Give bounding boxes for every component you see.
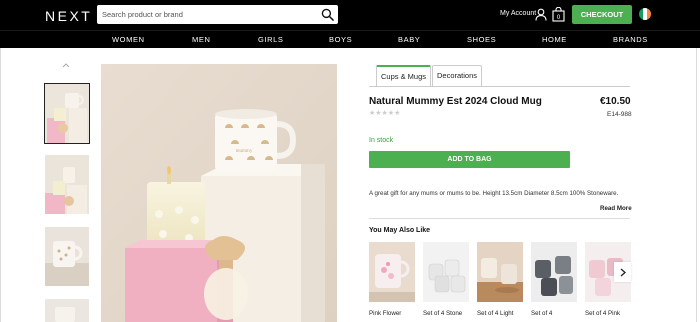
checkout-button[interactable]: CHECKOUT (572, 5, 632, 24)
recommendation-label[interactable]: Set of 4 (531, 310, 579, 317)
chevron-up-icon[interactable] (62, 62, 70, 68)
recommendation-label[interactable]: Set of 4 Pink (585, 310, 633, 317)
nav-girls[interactable]: GIRLS (258, 35, 284, 44)
nav-baby[interactable]: BABY (398, 35, 420, 44)
header-bar: NEXT My Account 0 CHECKOUT (0, 0, 700, 30)
thumbnail-1[interactable] (44, 83, 90, 144)
add-to-bag-button[interactable]: ADD TO BAG (369, 151, 570, 168)
product-title: Natural Mummy Est 2024 Cloud Mug (369, 96, 542, 107)
search-box[interactable] (97, 5, 338, 24)
nav-shoes[interactable]: SHOES (467, 35, 496, 44)
recommendation-label[interactable]: Set of 4 Stone (423, 310, 471, 317)
recommendation-label[interactable]: Pink Flower (369, 310, 417, 317)
ireland-flag-icon[interactable] (639, 8, 651, 20)
nav-men[interactable]: MEN (192, 35, 210, 44)
nav-boys[interactable]: BOYS (329, 35, 352, 44)
recommendation-image[interactable] (423, 242, 469, 302)
thumbnail-2[interactable] (45, 155, 89, 214)
product-description: A great gift for any mums or mums to be.… (369, 190, 619, 197)
section-divider (369, 218, 630, 219)
tab-divider (369, 86, 630, 87)
rating-stars[interactable]: ★★★★★ (369, 109, 400, 117)
bag-count: 0 (557, 15, 561, 21)
tab-cups-mugs[interactable]: Cups & Mugs (376, 65, 431, 87)
product-price: €10.50 (600, 96, 631, 107)
svg-text:mummy: mummy (236, 149, 253, 154)
nav-brands[interactable]: BRANDS (613, 35, 648, 44)
user-icon[interactable] (535, 8, 547, 21)
nav-women[interactable]: WOMEN (112, 35, 145, 44)
tab-decorations[interactable]: Decorations (432, 65, 482, 87)
stock-status: In stock (369, 137, 394, 144)
carousel-next-button[interactable] (614, 262, 631, 282)
recommendation-image[interactable] (477, 242, 523, 302)
next-logo[interactable]: NEXT (45, 8, 92, 24)
bag-icon[interactable]: 0 (552, 6, 565, 22)
recommendation-label[interactable]: Set of 4 Light (477, 310, 525, 317)
product-code: E14-988 (607, 111, 632, 118)
main-navigation: WOMEN MEN GIRLS BOYS BABY SHOES HOME BRA… (0, 30, 700, 48)
chevron-right-icon (620, 268, 626, 276)
read-more-link[interactable]: Read More (600, 205, 632, 212)
nav-home[interactable]: HOME (542, 35, 567, 44)
recommendations-heading: You May Also Like (369, 227, 431, 234)
main-product-image[interactable]: mummy (101, 64, 337, 322)
recommendation-image[interactable] (369, 242, 415, 302)
search-input[interactable] (102, 7, 312, 22)
recommendation-image[interactable] (531, 242, 577, 302)
my-account-link[interactable]: My Account (500, 10, 536, 17)
thumbnail-4[interactable] (45, 299, 89, 322)
thumbnail-3[interactable] (45, 227, 89, 286)
search-icon[interactable] (321, 8, 334, 21)
